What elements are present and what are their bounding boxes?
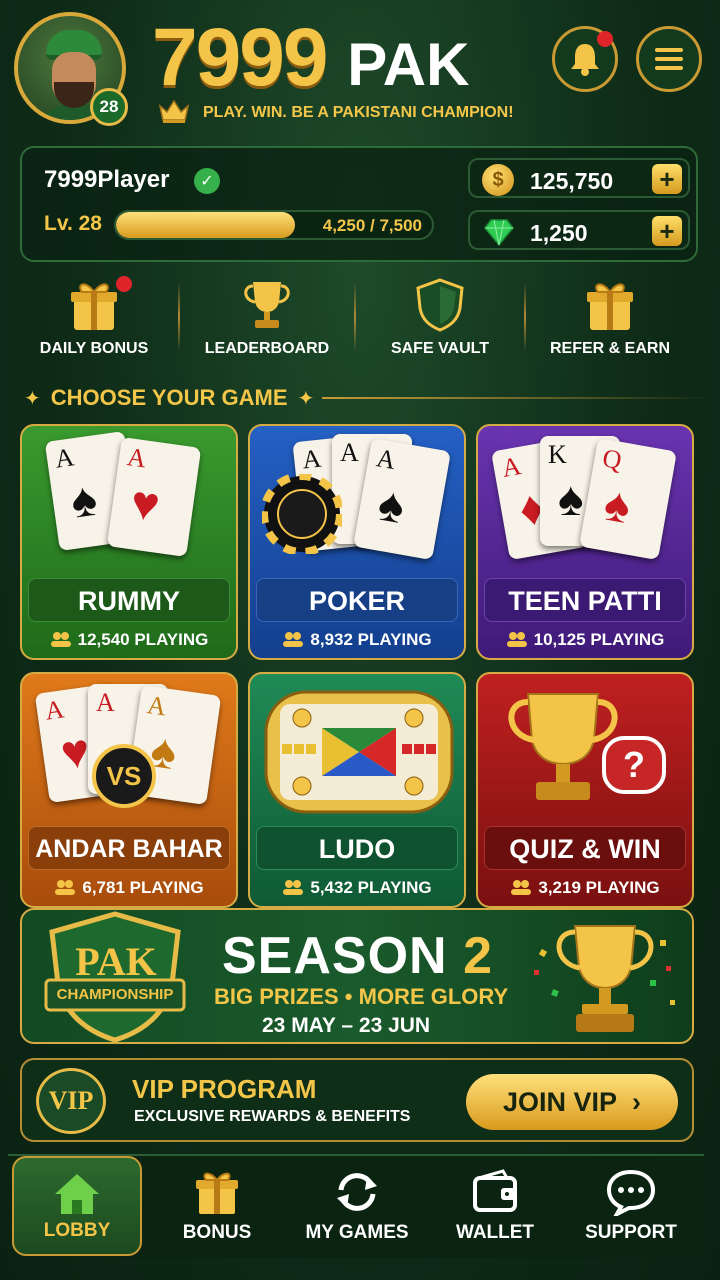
- players-count: 6,781 PLAYING: [22, 878, 236, 898]
- menu-button[interactable]: [636, 26, 702, 92]
- gem-icon: [484, 219, 514, 246]
- game-name: QUIZ & WIN: [484, 826, 686, 870]
- brand-logo: 7999 PAK: [152, 12, 470, 103]
- players-count: 10,125 PLAYING: [478, 630, 692, 650]
- season-banner[interactable]: PAK CHAMPIONSHIP SEASON 2 BIG PRIZES • M…: [20, 908, 694, 1044]
- xp-progress-text: 4,250 / 7,500: [322, 216, 422, 235]
- shield-title: PAK: [75, 939, 157, 984]
- leaderboard-label: LEADERBOARD: [204, 340, 330, 357]
- players-icon: [511, 880, 532, 895]
- coin-icon: $: [482, 164, 514, 196]
- game-tile-rummy[interactable]: A ♠ A ♥ RUMMY 12,540 PLAYING: [20, 424, 238, 660]
- safe-vault-label: SAFE VAULT: [390, 340, 490, 357]
- players-count: 3,219 PLAYING: [478, 878, 692, 898]
- vs-badge: VS: [92, 744, 156, 808]
- vip-subtitle: EXCLUSIVE REWARDS & BENEFITS: [134, 1108, 411, 1125]
- nav-wallet[interactable]: WALLET: [430, 1156, 560, 1256]
- season-title: SEASON 2: [222, 927, 493, 985]
- player-panel: 7999Player ✓ Lv. 28 4,250 / 7,500 $ 125,…: [20, 146, 698, 262]
- game-name: TEEN PATTI: [484, 578, 686, 622]
- wallet-icon: [473, 1169, 517, 1212]
- sparkle-icon: ✦: [297, 387, 315, 410]
- tagline: PLAY. WIN. BE A PAKISTANI CHAMPION!: [203, 104, 514, 121]
- daily-bonus-alert-dot: [116, 276, 132, 292]
- gift-icon: [196, 1172, 238, 1214]
- game-tile-teen-patti[interactable]: A ♦ K ♠ Q ♠ TEEN PATTI 10,125 PLAYING: [476, 424, 694, 660]
- andar-bahar-art: A ♥ A A ♠ VS: [22, 674, 236, 824]
- refer-earn-label: REFER & EARN: [549, 340, 670, 357]
- season-subtitle: BIG PRIZES • MORE GLORY: [214, 984, 509, 1009]
- vip-title: VIP PROGRAM: [132, 1074, 317, 1104]
- players-count: 12,540 PLAYING: [22, 630, 236, 650]
- leaderboard-button[interactable]: LEADERBOARD: [194, 276, 340, 358]
- daily-bonus-button[interactable]: DAILY BONUS: [24, 276, 164, 358]
- refer-earn-button[interactable]: REFER & EARN: [540, 276, 680, 358]
- verified-icon: ✓: [194, 168, 220, 194]
- shield-subtitle: CHAMPIONSHIP: [56, 986, 174, 1003]
- quiz-art: ?: [478, 674, 692, 824]
- players-icon: [283, 632, 304, 647]
- players-icon: [506, 632, 527, 647]
- chat-icon: [606, 1169, 656, 1216]
- rummy-art: A ♠ A ♥: [22, 426, 236, 576]
- nav-bonus[interactable]: BONUS: [152, 1156, 282, 1256]
- poker-chip-icon: [262, 474, 342, 554]
- hamburger-icon: [655, 48, 683, 70]
- players-icon: [283, 880, 304, 895]
- gem-balance: 1,250 +: [468, 210, 690, 250]
- nav-my-games[interactable]: MY GAMES: [292, 1156, 422, 1256]
- game-name: RUMMY: [28, 578, 230, 622]
- add-gems-button[interactable]: +: [652, 216, 682, 246]
- trophy-icon: [534, 925, 675, 1032]
- game-tile-andar-bahar[interactable]: A ♥ A A ♠ VS ANDAR BAHAR 6,781 PLAYING: [20, 672, 238, 908]
- game-tile-quiz-win[interactable]: ? QUIZ & WIN 3,219 PLAYING: [476, 672, 694, 908]
- gift-icon: [71, 283, 117, 330]
- players-icon: [55, 880, 76, 895]
- vip-banner: VIP VIP PROGRAM EXCLUSIVE REWARDS & BENE…: [20, 1058, 694, 1142]
- notifications-button[interactable]: [552, 26, 618, 92]
- nav-support[interactable]: SUPPORT: [566, 1156, 696, 1256]
- chevron-right-icon: ›: [632, 1087, 642, 1117]
- crown-icon: [158, 99, 190, 123]
- question-icon: ?: [602, 736, 666, 794]
- coin-balance: $ 125,750 +: [468, 158, 690, 198]
- xp-progress-bar: 4,250 / 7,500: [114, 210, 434, 240]
- poker-art: A A A ♠: [250, 426, 464, 576]
- sparkle-icon: ✦: [24, 387, 41, 410]
- player-name: 7999Player: [44, 166, 170, 193]
- ludo-board-icon: [264, 690, 454, 814]
- xp-progress-fill: [116, 212, 296, 238]
- players-count: 8,932 PLAYING: [250, 630, 464, 650]
- safe-vault-button[interactable]: SAFE VAULT: [370, 276, 510, 358]
- gem-value: 1,250: [530, 220, 588, 246]
- section-title: ✦ CHOOSE YOUR GAME ✦: [24, 385, 315, 410]
- teen-patti-art: A ♦ K ♠ Q ♠: [478, 426, 692, 576]
- coin-value: 125,750: [530, 168, 614, 194]
- bottom-nav: LOBBY BONUS MY GAMES WALLET SUPPORT: [8, 1154, 704, 1258]
- season-dates: 23 MAY – 23 JUN: [262, 1014, 431, 1037]
- refresh-icon: [337, 1173, 377, 1211]
- players-count: 5,432 PLAYING: [250, 878, 464, 898]
- notification-dot: [597, 31, 613, 47]
- gift-icon: [587, 283, 633, 330]
- game-tile-poker[interactable]: A A A ♠ POKER 8,932 PLAYING: [248, 424, 466, 660]
- game-name: LUDO: [256, 826, 458, 870]
- player-level: Lv. 28: [44, 212, 102, 235]
- bell-icon: [571, 44, 599, 76]
- home-icon: [55, 1174, 99, 1214]
- vip-badge: VIP: [36, 1068, 106, 1134]
- join-vip-button[interactable]: JOIN VIP ›: [466, 1074, 678, 1130]
- avatar-level-badge: 28: [90, 88, 128, 126]
- game-name: POKER: [256, 578, 458, 622]
- game-tile-ludo[interactable]: LUDO 5,432 PLAYING: [248, 672, 466, 908]
- nav-lobby[interactable]: LOBBY: [12, 1156, 142, 1256]
- add-coins-button[interactable]: +: [652, 164, 682, 194]
- players-icon: [50, 632, 71, 647]
- daily-bonus-label: DAILY BONUS: [39, 340, 149, 357]
- shield-icon: [416, 278, 464, 332]
- trophy-icon: [244, 282, 290, 328]
- ludo-art: [250, 674, 464, 824]
- game-name: ANDAR BAHAR: [28, 826, 230, 870]
